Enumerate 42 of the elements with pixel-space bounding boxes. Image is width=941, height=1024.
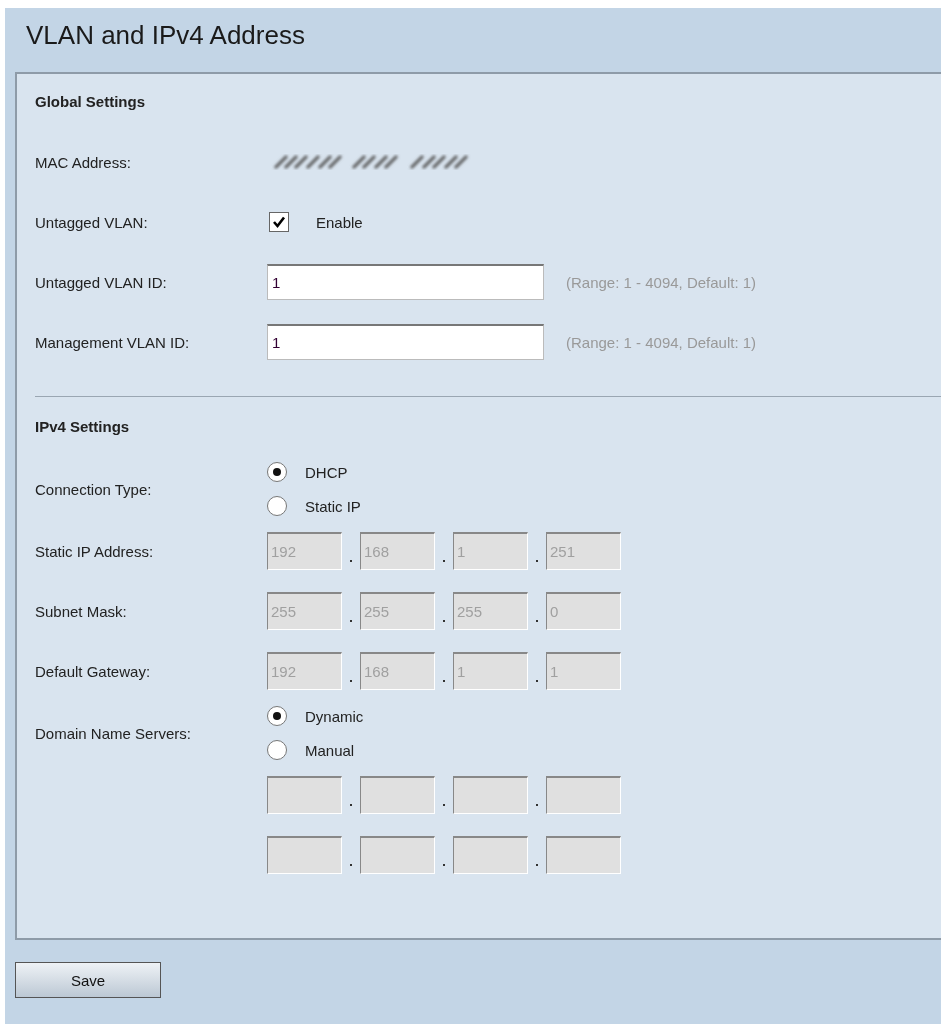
radio-label: Dynamic [305, 707, 364, 725]
dot-separator [350, 680, 352, 682]
dot-separator [350, 620, 352, 622]
field-label: Management VLAN ID: [35, 333, 190, 351]
dot-separator [350, 560, 352, 562]
dot-separator [350, 804, 352, 806]
input-field[interactable]: 1 [267, 264, 544, 300]
dot-separator [443, 864, 445, 866]
field-label: Connection Type: [35, 480, 152, 498]
radio-label: Static IP [305, 497, 361, 515]
radio-label: DHCP [305, 463, 348, 481]
field-label: Default Gateway: [35, 662, 151, 680]
field-label: Untagged VLAN: [35, 213, 148, 231]
page-title: VLAN and IPv4 Address [25, 20, 306, 52]
radio-button[interactable] [267, 496, 287, 516]
checkbox[interactable] [269, 212, 289, 232]
dot-separator [536, 804, 538, 806]
dot-separator [536, 680, 538, 682]
checkbox-label: Enable [316, 213, 363, 231]
save-button[interactable]: Save [15, 962, 161, 998]
radio-button[interactable] [267, 740, 287, 760]
dot-separator [443, 804, 445, 806]
field-label: Untagged VLAN ID: [35, 273, 167, 291]
field-label: Domain Name Servers: [35, 724, 191, 742]
dot-separator [536, 620, 538, 622]
section-heading: Global Settings [35, 92, 146, 112]
field-label: Static IP Address: [35, 542, 154, 560]
dot-separator [536, 560, 538, 562]
radio-label: Manual [305, 741, 355, 759]
dot-separator [443, 680, 445, 682]
dot-separator [536, 864, 538, 866]
dot-separator [443, 560, 445, 562]
dot-separator [443, 620, 445, 622]
hint-text: (Range: 1 - 4094, Default: 1) [566, 333, 757, 351]
dot-separator [350, 864, 352, 866]
radio-button[interactable] [267, 462, 287, 482]
radio-button[interactable] [267, 706, 287, 726]
field-label: Subnet Mask: [35, 602, 127, 620]
section-heading: IPv4 Settings [35, 417, 131, 437]
field-label: MAC Address: [35, 153, 131, 171]
input-field[interactable]: 1 [267, 324, 544, 360]
hint-text: (Range: 1 - 4094, Default: 1) [566, 273, 757, 291]
